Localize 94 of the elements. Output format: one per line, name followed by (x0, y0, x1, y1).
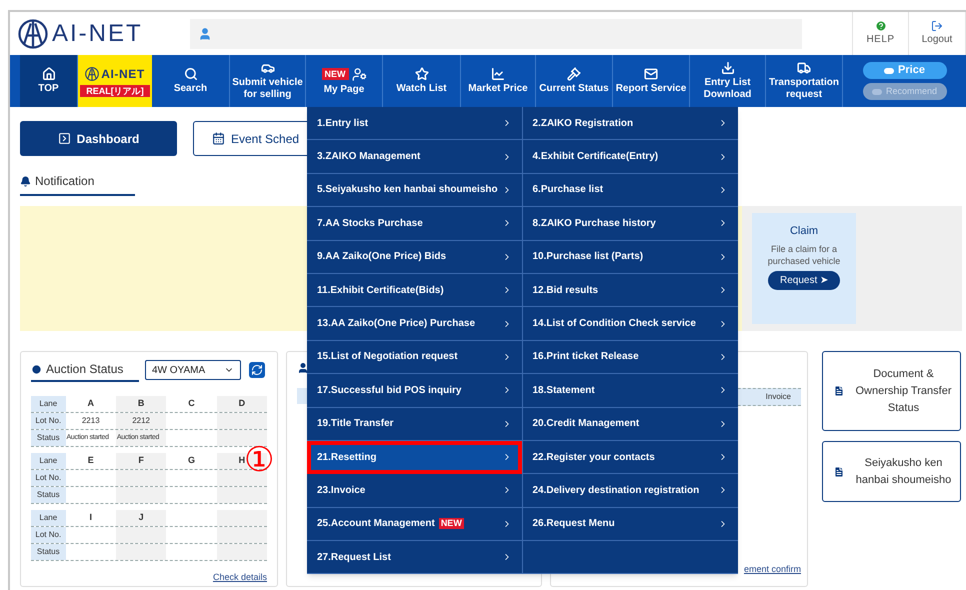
download-icon (720, 61, 734, 75)
check-details-link[interactable]: Check details (212, 571, 267, 584)
menu-item[interactable]: 15.List of Negotiation request (307, 340, 522, 374)
request-button[interactable]: Request ➤ (768, 270, 840, 290)
new-badge: NEW (438, 518, 464, 530)
menu-item[interactable]: 7.AA Stocks Purchase (307, 207, 522, 241)
menu-item[interactable]: 6.Purchase list (522, 174, 738, 208)
row-label: Status (31, 487, 66, 503)
menu-item[interactable]: 14.List of Condition Check service (522, 307, 738, 341)
menu-item[interactable]: 17.Successful bid POS inquiry (307, 374, 522, 408)
logo-text: AI-NET (52, 18, 143, 48)
table-cell: 2212 (116, 413, 166, 429)
menu-item[interactable]: 1.Entry list (307, 107, 522, 140)
menu-item[interactable]: 23.Invoice (307, 474, 522, 508)
dashboard-tab[interactable]: Dashboard (20, 121, 177, 156)
table-cell (116, 470, 166, 486)
table-cell (216, 413, 267, 429)
menu-item[interactable]: 27.Request List (307, 541, 522, 574)
menu-item[interactable]: 18.Statement (522, 374, 738, 408)
home-icon (42, 67, 56, 81)
table-cell (116, 527, 166, 543)
brand-logo-text: AI-NET (101, 66, 145, 83)
real-nav-tab[interactable]: AI-NET REAL[リアル] (78, 55, 152, 107)
document-icon (833, 466, 845, 478)
claim-title: Claim (790, 224, 818, 239)
logout-icon (931, 20, 943, 32)
table-cell (216, 470, 267, 486)
venue-select[interactable]: 4W OYAMA (145, 360, 241, 380)
search-icon (184, 67, 198, 81)
menu-item[interactable]: 11.Exhibit Certificate(Bids) (307, 274, 522, 308)
table-cell (216, 430, 267, 446)
star-icon (414, 67, 428, 81)
nav-tab[interactable]: Transportation request (766, 55, 843, 107)
row-label: Status (31, 430, 66, 446)
help-icon (874, 20, 886, 32)
nav-tab[interactable]: Submit vehicle for selling (230, 55, 306, 107)
notification-title: Notification (35, 173, 94, 190)
menu-item[interactable]: 3.ZAIKO Management (307, 140, 522, 174)
table-cell (116, 487, 166, 503)
gavel-icon (567, 67, 581, 81)
table-cell (216, 487, 267, 503)
refresh-icon[interactable] (249, 362, 265, 378)
menu-item[interactable]: 2.ZAIKO Registration (522, 107, 738, 140)
column-header: Invoice (766, 391, 791, 403)
row-label: Lane (31, 510, 66, 526)
user-icon (297, 362, 309, 374)
calendar-icon (212, 132, 225, 145)
menu-item[interactable]: 9.AA Zaiko(One Price) Bids (307, 240, 522, 274)
table-cell (216, 510, 267, 526)
row-label: Lane (31, 396, 66, 412)
globe-logo-icon (18, 18, 48, 48)
dashboard-icon (58, 132, 71, 145)
row-label: Lot No. (31, 413, 66, 429)
user-gear-icon (352, 66, 366, 82)
truck-icon (797, 61, 811, 75)
bell-icon (20, 176, 31, 186)
claim-text: File a claim for a purchased vehicle (766, 242, 842, 266)
document-card[interactable]: Seiyakusho ken hanbai shoumeisho (822, 441, 961, 502)
menu-item[interactable]: 16.Print ticket Release (522, 340, 738, 374)
menu-item[interactable]: 20.Credit Management (522, 408, 738, 441)
auction-status-title: Auction Status (46, 361, 124, 378)
menu-item[interactable]: 25.Account Management NEW (307, 508, 522, 542)
real-label: REAL[リアル] (80, 85, 150, 97)
menu-item[interactable]: 22.Register your contacts (522, 440, 738, 474)
menu-item[interactable]: 13.AA Zaiko(One Price) Purchase (307, 307, 522, 341)
menu-item[interactable]: 26.Request Menu (522, 508, 738, 542)
row-label: Lot No. (31, 527, 66, 543)
table-cell: J (116, 510, 166, 526)
document-card[interactable]: Document & Ownership Transfer Status (822, 351, 961, 431)
table-cell: D (216, 396, 267, 412)
menu-item[interactable]: 10.Purchase list (Parts) (522, 240, 738, 274)
envelope-icon (644, 67, 658, 81)
nav-tab[interactable]: TOP (20, 55, 78, 107)
menu-item[interactable]: 4.Exhibit Certificate(Entry) (522, 140, 738, 174)
table-cell (216, 527, 267, 543)
statement-confirm-link[interactable]: ement confirm (744, 562, 801, 576)
new-badge: NEW (322, 68, 348, 80)
row-label: Lot No. (31, 470, 66, 486)
document-icon (833, 385, 845, 397)
menu-item[interactable]: 12.Bid results (522, 274, 738, 308)
table-cell (216, 544, 267, 560)
menu-item[interactable]: 8.ZAIKO Purchase history (522, 207, 738, 241)
nav-tab[interactable]: Report Service (613, 55, 690, 107)
row-label: Status (31, 544, 66, 560)
table-cell (116, 544, 166, 560)
menu-item[interactable]: 19.Title Transfer (307, 408, 522, 441)
menu-item[interactable]: 5.Seiyakusho ken hanbai shoumeisho (307, 174, 522, 208)
line-chart-icon (491, 67, 505, 81)
row-label: Lane (31, 453, 66, 469)
globe-logo-icon (85, 67, 100, 81)
table-cell: B (116, 396, 166, 412)
table-cell: F (116, 453, 166, 469)
user-icon (198, 26, 212, 40)
menu-item[interactable]: 24.Delivery destination registration (522, 474, 738, 508)
